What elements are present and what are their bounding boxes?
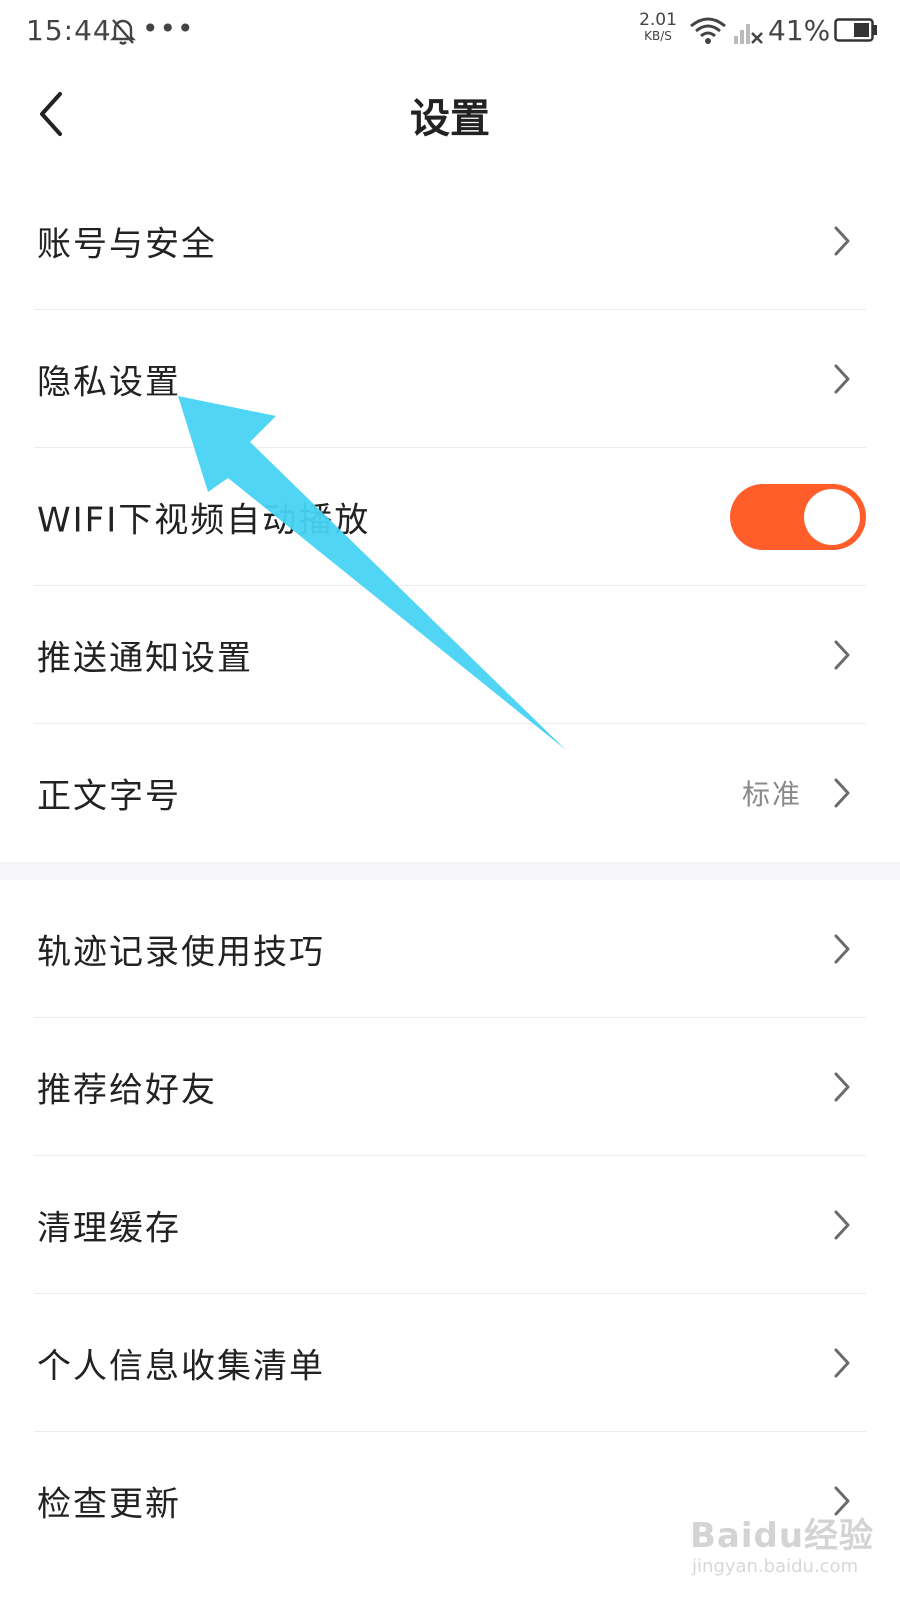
setting-font-size[interactable]: 正文字号 标准 xyxy=(0,724,900,862)
setting-privacy[interactable]: 隐私设置 xyxy=(0,310,900,448)
autoplay-toggle[interactable] xyxy=(730,484,866,550)
setting-recommend-friends[interactable]: 推荐给好友 xyxy=(0,1018,900,1156)
setting-track-tips[interactable]: 轨迹记录使用技巧 xyxy=(0,880,900,1018)
section-gap xyxy=(0,862,900,880)
chevron-right-icon xyxy=(834,778,850,808)
setting-label: 账号与安全 xyxy=(37,224,217,265)
watermark-url: jingyan.baidu.com xyxy=(692,1556,859,1577)
setting-personal-info-list[interactable]: 个人信息收集清单 xyxy=(0,1294,900,1432)
setting-clear-cache[interactable]: 清理缓存 xyxy=(0,1156,900,1294)
chevron-right-icon xyxy=(834,226,850,256)
chevron-right-icon xyxy=(834,934,850,964)
baidu-watermark: Baidu经验 jingyan.baidu.com xyxy=(690,1508,880,1586)
setting-wifi-autoplay: WIFI下视频自动播放 xyxy=(0,448,900,586)
chevron-right-icon xyxy=(834,1348,850,1378)
chevron-right-icon xyxy=(834,640,850,670)
app-header: 设置 xyxy=(0,64,900,168)
network-speed-unit: KB/S xyxy=(644,29,672,43)
setting-label: 推荐给好友 xyxy=(37,1070,217,1111)
toggle-knob xyxy=(804,489,860,545)
chevron-right-icon xyxy=(834,1072,850,1102)
network-speed-value: 2.01 xyxy=(639,10,677,30)
settings-list: 账号与安全 隐私设置 WIFI下视频自动播放 推送通知设置 正文字号 标准 轨迹… xyxy=(0,172,900,1570)
wifi-icon xyxy=(690,17,726,44)
setting-push-notifications[interactable]: 推送通知设置 xyxy=(0,586,900,724)
setting-account-security[interactable]: 账号与安全 xyxy=(0,172,900,310)
status-time: 15:44 xyxy=(26,14,112,47)
setting-label: 检查更新 xyxy=(37,1484,181,1525)
battery-icon xyxy=(834,18,877,42)
setting-label: 清理缓存 xyxy=(37,1208,181,1249)
page-title: 设置 xyxy=(410,96,490,142)
setting-label: 个人信息收集清单 xyxy=(37,1346,325,1387)
battery-percent: 41% xyxy=(768,14,831,47)
signal-off-icon xyxy=(734,24,763,44)
status-bar: 15:44 ••• 2.01 KB/S 41% xyxy=(0,0,900,64)
watermark-brand: Baidu经验 xyxy=(690,1516,875,1556)
setting-label: 推送通知设置 xyxy=(37,638,253,679)
setting-label: 隐私设置 xyxy=(37,362,181,403)
status-overflow-dots: ••• xyxy=(142,12,195,45)
font-size-value: 标准 xyxy=(741,778,802,811)
bell-muted-icon xyxy=(110,19,136,45)
setting-label: 轨迹记录使用技巧 xyxy=(37,932,325,973)
network-speed: 2.01 KB/S xyxy=(636,12,680,44)
setting-label: 正文字号 xyxy=(37,776,181,817)
chevron-right-icon xyxy=(834,1210,850,1240)
setting-label: WIFI下视频自动播放 xyxy=(37,500,371,541)
chevron-right-icon xyxy=(834,364,850,394)
